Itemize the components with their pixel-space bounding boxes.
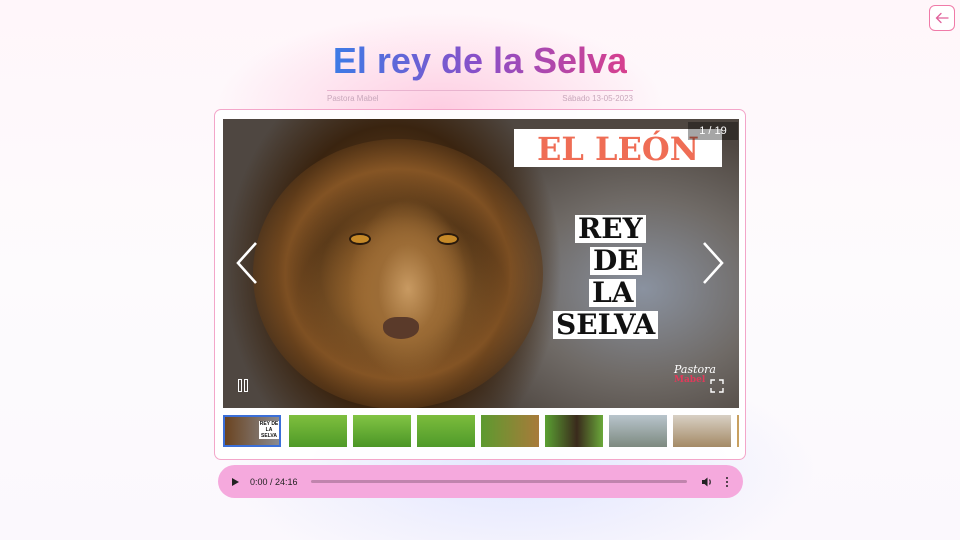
play-icon[interactable] — [232, 477, 239, 486]
page-title: El rey de la Selva — [332, 40, 628, 81]
pause-icon[interactable] — [237, 379, 251, 393]
slide-subtitle-line: REY — [575, 215, 646, 243]
thumbnail[interactable] — [289, 415, 347, 447]
lion-eye — [439, 235, 457, 243]
thumbnail-strip[interactable]: REY DE LA SELVA — [223, 413, 739, 449]
sermon-meta: Pastora Mabel Sábado 13-05-2023 — [327, 90, 633, 103]
date-label: Sábado 13-05-2023 — [562, 94, 633, 103]
more-vertical-icon[interactable] — [725, 476, 729, 487]
slide-subtitle-line: LA — [589, 279, 637, 307]
current-slide: EL LEÓN REY DE LA SELVA 1 / 19 Pastora M… — [223, 119, 739, 408]
thumbnail[interactable] — [609, 415, 667, 447]
slide-subtitle-line: SELVA — [553, 311, 659, 339]
audio-time: 0:00 / 24:16 — [250, 476, 298, 487]
author-label: Pastora Mabel — [327, 94, 379, 103]
fullscreen-icon[interactable] — [710, 379, 724, 393]
lion-eye — [351, 235, 369, 243]
audio-player: 0:00 / 24:16 — [218, 465, 743, 498]
volume-icon[interactable] — [701, 476, 713, 488]
audio-progress-bar[interactable] — [310, 480, 687, 483]
slide-subtitle-line: DE — [590, 247, 642, 275]
arrow-left-icon — [935, 12, 949, 24]
lion-nose — [383, 317, 419, 339]
thumbnail[interactable]: REY DE LA SELVA — [223, 415, 281, 447]
thumbnail[interactable] — [673, 415, 731, 447]
thumbnail[interactable] — [417, 415, 475, 447]
slide-counter: 1 / 19 — [688, 122, 738, 140]
thumbnail[interactable] — [481, 415, 539, 447]
thumbnail[interactable] — [737, 415, 739, 447]
thumbnail[interactable] — [545, 415, 603, 447]
lion-face — [323, 179, 493, 399]
thumbnail[interactable] — [353, 415, 411, 447]
slideshow-card: EL LEÓN REY DE LA SELVA 1 / 19 Pastora M… — [214, 109, 746, 460]
chevron-left-icon[interactable] — [235, 241, 259, 285]
back-button[interactable] — [929, 5, 955, 31]
chevron-right-icon[interactable] — [701, 241, 725, 285]
